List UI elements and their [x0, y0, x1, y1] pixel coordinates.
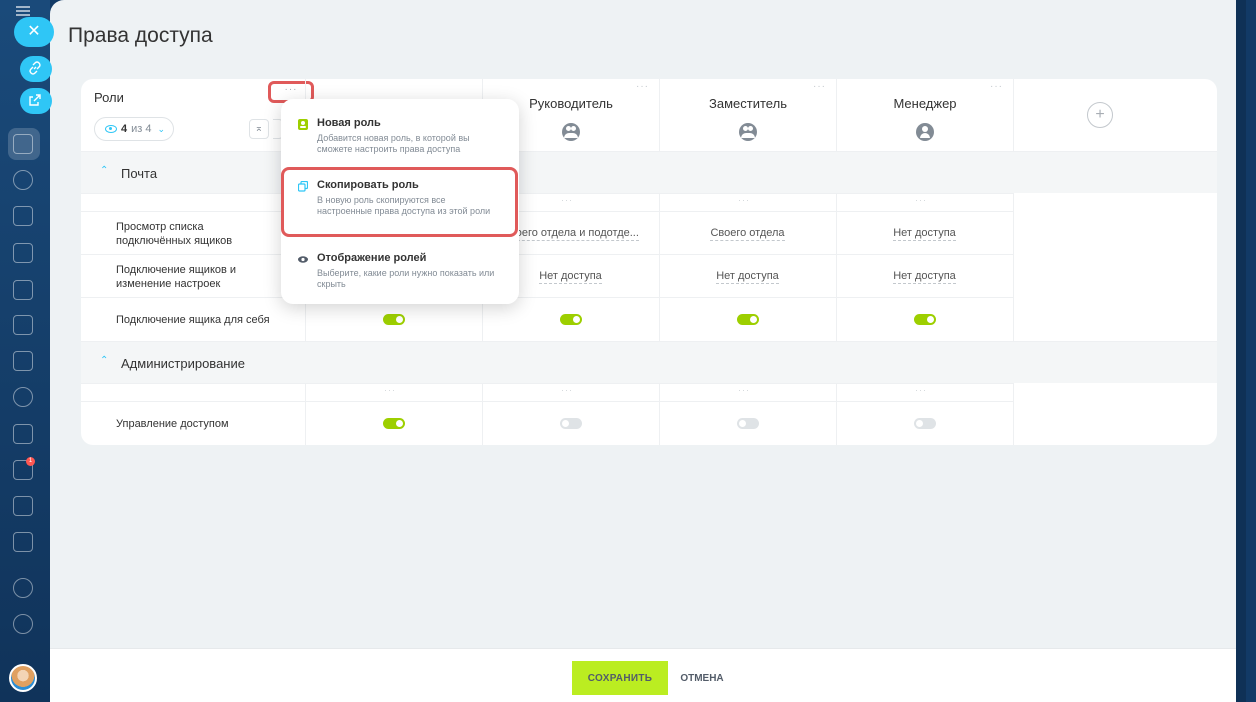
user-icon [916, 123, 934, 141]
permissions-table: Роли 4 из 4 ⌄ ⌅ ··· ··· Руководитель ···… [81, 79, 1217, 445]
permission-toggle[interactable] [382, 418, 405, 429]
contacts-icon[interactable] [13, 387, 33, 407]
user-badge-icon [298, 119, 308, 130]
permission-toggle[interactable] [913, 314, 936, 325]
footer-bar: СОХРАНИТЬ ОТМЕНА [50, 648, 1246, 702]
add-column-area [1013, 79, 1217, 445]
eye-icon [105, 125, 117, 133]
hexagon-icon[interactable] [13, 170, 33, 190]
schedule-icon[interactable] [13, 496, 33, 516]
avatar[interactable] [9, 664, 37, 692]
access-value[interactable]: Своего отдела [710, 227, 785, 241]
row-label: Подключение ящика для себя [116, 314, 270, 326]
more-icon[interactable]: ··· [738, 385, 750, 395]
table-row: Управление доступом [81, 401, 1013, 444]
menu-item-title: Новая роль [317, 117, 381, 129]
chevron-up-icon: ⌃ [100, 165, 109, 176]
row-label: Управление доступом [116, 418, 229, 430]
access-value[interactable]: Своего отдела и подотде... [502, 227, 639, 241]
menu-item-roles-display[interactable]: Отображение ролей Выберите, какие роли н… [281, 250, 519, 290]
group-icon [739, 123, 757, 141]
store-icon[interactable] [13, 532, 33, 552]
access-value[interactable]: Нет доступа [716, 270, 779, 284]
add-role-button[interactable]: + [1087, 102, 1113, 128]
file-icon[interactable] [13, 243, 33, 263]
permission-toggle[interactable] [382, 314, 405, 325]
role-name[interactable]: Менеджер [837, 96, 1013, 111]
more-icon[interactable]: ··· [561, 385, 573, 395]
more-icon[interactable]: ··· [915, 195, 927, 205]
permission-toggle[interactable] [559, 314, 582, 325]
group-icon [562, 123, 580, 141]
table-row: Просмотр списка подключённых ящиков Свое… [81, 211, 1013, 254]
permission-toggle[interactable] [736, 314, 759, 325]
chevron-up-icon: ⌃ [100, 355, 109, 366]
role-name[interactable]: Заместитель [660, 96, 836, 111]
roles-label: Роли [94, 90, 124, 105]
table-row: Подключение ящиков и изменение настроек … [81, 254, 1013, 297]
document-icon[interactable] [13, 134, 33, 154]
collapse-icon: ⌅ [254, 123, 264, 134]
column-menu-icon[interactable]: ··· [990, 81, 1003, 92]
section-title: Почта [121, 166, 158, 181]
access-value[interactable]: Нет доступа [893, 270, 956, 284]
menu-item-description: В новую роль скопируются все настроенные… [317, 195, 491, 216]
more-icon[interactable]: ··· [384, 385, 396, 395]
link-icon [29, 61, 41, 75]
notification-badge: 1 [26, 457, 35, 466]
settings-icon[interactable] [13, 578, 33, 598]
row-label: Подключение ящиков и изменение настроек [116, 264, 237, 290]
access-value[interactable]: Нет доступа [539, 270, 602, 284]
section-title: Администрирование [121, 356, 245, 371]
cancel-button[interactable]: ОТМЕНА [672, 661, 732, 695]
more-icon[interactable]: ··· [738, 195, 750, 205]
presentation-icon[interactable] [13, 280, 33, 300]
menu-item-title: Отображение ролей [317, 252, 427, 264]
roles-count-of: из 4 [131, 123, 152, 135]
copy-icon [298, 181, 308, 192]
main-panel: Права доступа Роли 4 из 4 ⌄ ⌅ ··· ··· Ру… [50, 0, 1246, 702]
menu-item-new-role[interactable]: Новая роль Добавится новая роль, в котор… [281, 115, 519, 155]
more-icon[interactable]: ··· [915, 385, 927, 395]
column-menu-icon[interactable]: ··· [813, 81, 826, 92]
access-value[interactable]: Нет доступа [893, 227, 956, 241]
row-label: Просмотр списка подключённых ящиков [116, 221, 233, 247]
save-button[interactable]: СОХРАНИТЬ [572, 661, 668, 695]
collapse-all-button[interactable]: ⌅ [249, 119, 269, 139]
menu-item-description: Выберите, какие роли нужно показать или … [317, 268, 495, 289]
section-administration[interactable]: ⌃ Администрирование [81, 341, 1217, 383]
more-icon[interactable]: ··· [561, 195, 573, 205]
eye-icon [298, 256, 308, 263]
scrollbar[interactable] [1236, 0, 1246, 702]
table-row: Подключение ящика для себя [81, 297, 1013, 340]
role-actions-menu: Новая роль Добавится новая роль, в котор… [281, 99, 519, 304]
menu-item-title: Скопировать роль [317, 179, 419, 191]
section-controls-row: ··· ··· ··· [81, 193, 1013, 211]
close-button[interactable]: ✕ [14, 17, 54, 47]
page-title: Права доступа [68, 24, 213, 47]
permission-toggle[interactable] [913, 418, 936, 429]
external-link-icon [29, 94, 41, 106]
open-external-button[interactable] [20, 88, 52, 114]
menu-item-description: Добавится новая роль, в которой вы сможе… [317, 133, 470, 154]
column-menu-icon[interactable]: ··· [636, 81, 649, 92]
mail-icon[interactable] [13, 351, 33, 371]
link-button[interactable] [20, 56, 52, 82]
card-icon[interactable] [13, 315, 33, 335]
permission-toggle[interactable] [559, 418, 582, 429]
roles-count: 4 [121, 123, 128, 135]
section-mail[interactable]: ⌃ Почта [81, 151, 1217, 193]
section-controls-row: ··· ··· ··· ··· [81, 383, 1013, 401]
more-icon[interactable] [13, 614, 33, 634]
tasks-icon[interactable] [13, 424, 33, 444]
chevron-down-icon: ⌄ [157, 123, 166, 134]
menu-icon[interactable] [16, 6, 30, 16]
calendar-icon[interactable] [13, 206, 33, 226]
permission-toggle[interactable] [736, 418, 759, 429]
menu-item-copy-role[interactable]: Скопировать роль В новую роль скопируютс… [281, 177, 519, 233]
roles-visibility-selector[interactable]: 4 из 4 ⌄ [94, 117, 174, 141]
